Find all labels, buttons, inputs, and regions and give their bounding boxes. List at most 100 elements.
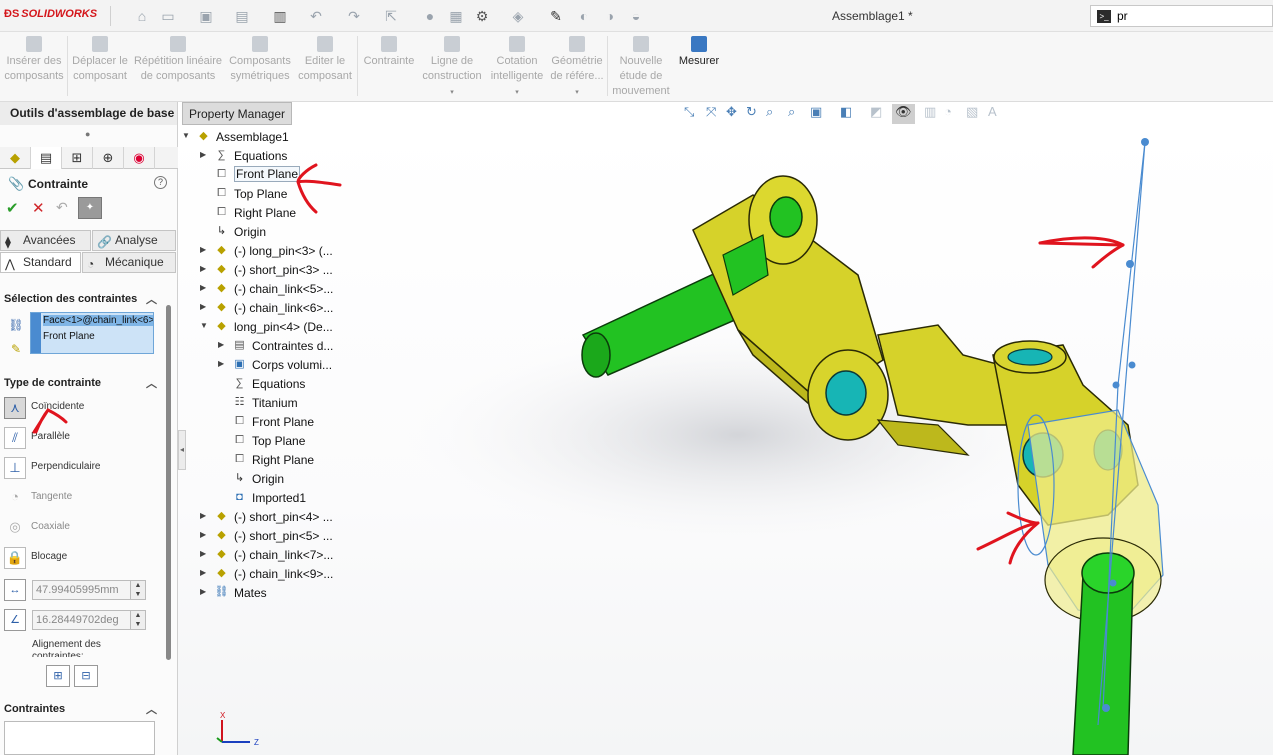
linear-pattern-button[interactable]: Répétition linéaire de composants bbox=[132, 36, 224, 84]
cancel-x-icon[interactable]: ✕ bbox=[32, 199, 45, 217]
expander-closed-icon[interactable]: ▶ bbox=[200, 245, 206, 254]
new-motion-study-button[interactable]: Nouvelle étude de mouvement bbox=[610, 36, 672, 99]
undo-icon[interactable]: ↶ bbox=[56, 199, 68, 216]
distance-input[interactable]: 47.99405995mm bbox=[32, 580, 132, 600]
redo-icon[interactable]: ↷ bbox=[346, 8, 362, 24]
pan-icon[interactable]: ⤧ bbox=[706, 104, 716, 124]
configuration-manager-tab-icon[interactable]: ⊞ bbox=[62, 147, 93, 169]
display-manager-tab-icon[interactable]: ◉ bbox=[124, 147, 155, 169]
tab-analyse[interactable]: 🔗 Analyse bbox=[92, 230, 176, 251]
aligned-button[interactable]: ⊞ bbox=[46, 665, 70, 687]
zoom-selection-icon[interactable]: ⌕ bbox=[788, 104, 795, 124]
scene-icon[interactable]: ◑ bbox=[602, 8, 618, 24]
expander-closed-icon[interactable]: ▶ bbox=[200, 530, 206, 539]
rebuild-icon[interactable]: ● bbox=[422, 8, 438, 24]
mate-lock[interactable]: 🔒 Blocage bbox=[4, 547, 164, 569]
select-icon[interactable]: ⇱ bbox=[383, 8, 399, 24]
panel-grip[interactable]: ● bbox=[85, 129, 90, 139]
expander-closed-icon[interactable]: ▶ bbox=[200, 511, 206, 520]
expander-closed-icon[interactable]: ▶ bbox=[200, 302, 206, 311]
section-selection-header[interactable]: Sélection des contraintes ︿ bbox=[0, 291, 166, 309]
appearance-icon[interactable]: ◐ bbox=[576, 8, 592, 24]
save-icon[interactable]: ▤ bbox=[234, 8, 250, 24]
parallel-icon[interactable]: ⫽ bbox=[4, 427, 26, 449]
angle-input[interactable]: 16.28449702deg bbox=[32, 610, 132, 630]
display-style-icon[interactable]: ◧ bbox=[840, 104, 852, 124]
collapse-caret-icon[interactable]: ︿ bbox=[146, 375, 157, 391]
undo-icon[interactable]: ↶ bbox=[308, 8, 324, 24]
help-icon[interactable]: ? bbox=[154, 176, 167, 189]
expander-closed-icon[interactable]: ▶ bbox=[200, 283, 206, 292]
3d-model-view[interactable] bbox=[178, 125, 1273, 755]
tab-property-manager[interactable]: Property Manager bbox=[182, 102, 292, 125]
mate-tangent[interactable]: ◔ Tangente bbox=[4, 487, 164, 509]
feature-manager-tab-icon[interactable]: ◆ bbox=[0, 147, 31, 169]
angle-icon[interactable]: ∠ bbox=[4, 609, 26, 631]
display-icon[interactable]: ◈ bbox=[510, 8, 526, 24]
expander-closed-icon[interactable]: ▶ bbox=[200, 549, 206, 558]
anti-aligned-button[interactable]: ⊟ bbox=[74, 665, 98, 687]
tab-outils-assemblage[interactable]: Outils d'assemblage de base bbox=[0, 102, 178, 125]
expander-closed-icon[interactable]: ▶ bbox=[200, 587, 206, 596]
view-settings-icon[interactable]: ▧ bbox=[966, 104, 978, 124]
file-properties-icon[interactable]: ▦ bbox=[448, 8, 464, 24]
distance-icon[interactable]: ↔ bbox=[4, 579, 26, 601]
annotation-icon[interactable]: A bbox=[988, 104, 997, 124]
section-type-header[interactable]: Type de contrainte ︿ bbox=[0, 375, 166, 393]
expander-open-icon[interactable]: ▼ bbox=[182, 131, 190, 140]
tangent-icon[interactable]: ◔ bbox=[4, 487, 26, 509]
perpendicular-icon[interactable]: ⊥ bbox=[4, 457, 26, 479]
customize-icon[interactable]: ✎ bbox=[548, 8, 564, 24]
section-mates-header[interactable]: Contraintes ︿ bbox=[0, 701, 166, 719]
zoom-area-icon[interactable]: ⌕ bbox=[766, 104, 773, 124]
hide-show-items-icon[interactable]: 👁 bbox=[892, 104, 915, 124]
measure-button[interactable]: Mesurer bbox=[674, 36, 724, 69]
print-icon[interactable]: ▥ bbox=[272, 8, 288, 24]
coincident-icon[interactable]: ⋏ bbox=[4, 397, 26, 419]
expander-closed-icon[interactable]: ▶ bbox=[218, 359, 224, 368]
new-document-icon[interactable]: ▭ bbox=[160, 8, 176, 24]
section-view-icon[interactable]: ◩ bbox=[870, 104, 882, 124]
search-box[interactable]: >_ bbox=[1090, 5, 1273, 27]
zoom-to-fit-icon[interactable]: ⤡ bbox=[684, 104, 694, 124]
angle-spinner[interactable]: ▲ ▼ bbox=[130, 610, 146, 630]
multi-mate-icon[interactable]: ✎ bbox=[6, 339, 26, 359]
property-manager-tab-icon[interactable]: ▤ bbox=[31, 147, 62, 169]
panel-scrollbar[interactable] bbox=[166, 305, 171, 660]
mate-perpendicular[interactable]: ⊥ Perpendiculaire bbox=[4, 457, 164, 479]
tab-mecanique[interactable]: ◔ Mécanique bbox=[82, 252, 176, 273]
home-icon[interactable]: ⌂ bbox=[134, 8, 150, 24]
expander-closed-icon[interactable]: ▶ bbox=[200, 264, 206, 273]
edit-component-button[interactable]: Editer le composant bbox=[294, 36, 356, 84]
mate-button[interactable]: Contrainte bbox=[360, 36, 418, 69]
distance-spinner[interactable]: ▲ ▼ bbox=[130, 580, 146, 600]
expander-closed-icon[interactable]: ▶ bbox=[200, 150, 206, 159]
smart-dimension-button[interactable]: Cotation intelligente ▾ bbox=[486, 36, 548, 100]
expander-closed-icon[interactable]: ▶ bbox=[200, 568, 206, 577]
selection-list[interactable]: Face<1>@chain_link<6> Front Plane bbox=[30, 312, 154, 354]
expander-closed-icon[interactable]: ▶ bbox=[218, 340, 224, 349]
mate-parallel[interactable]: ⫽ Parallèle bbox=[4, 427, 164, 449]
apply-scene-icon[interactable]: ◔ bbox=[944, 104, 952, 124]
dimxpert-tab-icon[interactable]: ⊕ bbox=[93, 147, 124, 169]
solidworks-logo[interactable]: ƉS SOLIDWORKS bbox=[4, 8, 97, 20]
search-input[interactable] bbox=[1117, 8, 1267, 24]
move-view-icon[interactable]: ✥ bbox=[726, 104, 737, 124]
move-component-button[interactable]: Déplacer le composant bbox=[68, 36, 132, 84]
mate-coincident[interactable]: ⋏ Coïncidente bbox=[4, 397, 164, 419]
selection-item[interactable]: Front Plane bbox=[43, 331, 153, 342]
edit-appearance-icon[interactable]: ▥ bbox=[924, 104, 936, 124]
collapse-caret-icon[interactable]: ︿ bbox=[146, 291, 157, 307]
view-orientation-icon[interactable]: ▣ bbox=[810, 104, 822, 124]
pushpin-icon[interactable]: ✦ bbox=[78, 197, 102, 219]
concentric-icon[interactable]: ◎ bbox=[4, 517, 26, 539]
entities-to-mate-icon[interactable]: ⛓ bbox=[6, 315, 26, 335]
expander-open-icon[interactable]: ▼ bbox=[200, 321, 208, 330]
options-gear-icon[interactable]: ⚙ bbox=[474, 8, 490, 24]
mate-concentric[interactable]: ◎ Coaxiale bbox=[4, 517, 164, 539]
rotate-view-icon[interactable]: ↻ bbox=[746, 104, 757, 124]
selection-item[interactable]: Face<1>@chain_link<6> bbox=[43, 315, 153, 326]
panel-splitter[interactable]: ◂ bbox=[178, 430, 186, 470]
realview-icon[interactable]: ◒ bbox=[628, 8, 644, 24]
reference-geometry-button[interactable]: Géométrie de référe... ▾ bbox=[548, 36, 606, 100]
